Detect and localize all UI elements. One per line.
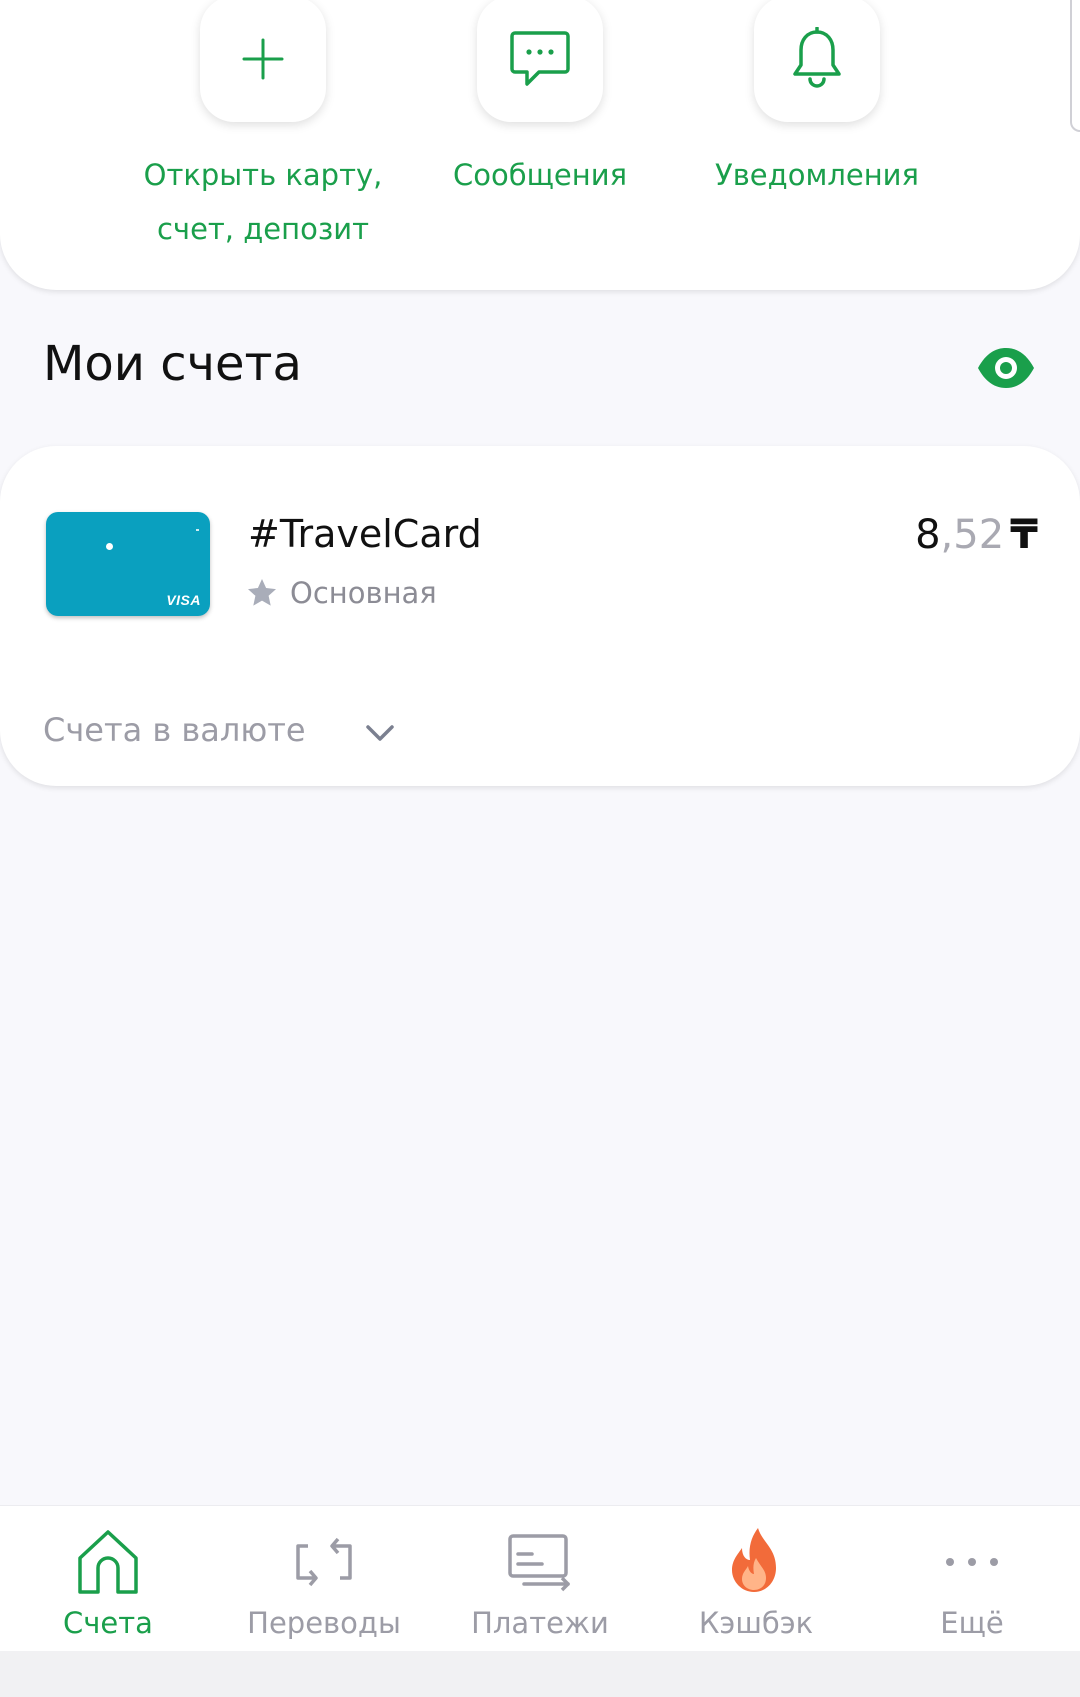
nav-label-transfers: Переводы [247,1606,401,1640]
scroll-edge [1070,0,1080,132]
notifications-action[interactable]: Уведомления [677,0,957,260]
nav-item-cashback[interactable]: Кэшбэк [648,1506,864,1652]
nav-item-more[interactable]: Ещё [864,1506,1080,1652]
account-name: #TravelCard [248,512,482,556]
nav-item-payments[interactable]: Платежи [432,1506,648,1652]
messages-button[interactable] [477,0,603,122]
messages-action[interactable]: Сообщения [400,0,680,260]
page-title: Мои счета [43,336,302,392]
more-icon [946,1558,998,1566]
eye-icon [978,348,1034,388]
messages-label: Сообщения [452,158,628,192]
screen: Открыть карту, счет, депозит Сообщения У… [0,0,1080,1697]
quick-actions-card: Открыть карту, счет, депозит Сообщения У… [0,0,1080,290]
bell-icon [793,27,841,88]
open-card-label: Открыть карту, счет, депозит [143,158,383,246]
flame-icon [732,1528,776,1592]
accounts-card: VISA #TravelCard Основная 8,52 ₸ Счета в … [0,446,1080,786]
nav-label-accounts: Счета [63,1606,153,1640]
notifications-button[interactable] [754,0,880,122]
payment-icon [508,1534,570,1592]
visa-logo: VISA [166,592,201,608]
nav-label-cashback: Кэшбэк [698,1606,814,1640]
toggle-balance-visibility-button[interactable] [976,346,1036,390]
card-thumbnail: VISA [46,512,210,616]
system-navigation-bar [0,1651,1080,1697]
currency-symbol: ₸ [1010,512,1038,558]
card-mark [196,529,199,531]
star-icon [248,579,276,606]
account-balance: 8,52 ₸ [915,512,1038,558]
chat-bubble-icon [510,31,570,86]
home-icon [78,1530,138,1594]
nav-item-transfers[interactable]: Переводы [216,1506,432,1652]
balance-integer: 8 [915,512,941,558]
currency-accounts-label: Счета в валюте [43,711,306,749]
nav-label-more: Ещё [940,1606,1004,1640]
plus-icon [242,38,284,80]
notifications-label: Уведомления [715,158,919,192]
balance-decimal: ,52 [940,512,1005,558]
nav-label-payments: Платежи [471,1606,609,1640]
account-subtitle: Основная [246,576,437,610]
account-row-travelcard[interactable]: VISA #TravelCard Основная 8,52 ₸ [0,446,1080,646]
nav-item-accounts[interactable]: Счета [0,1506,216,1652]
transfer-icon [296,1537,352,1587]
currency-accounts-toggle[interactable]: Счета в валюте [43,702,398,758]
open-card-action[interactable]: Открыть карту, счет, депозит [123,0,403,260]
bottom-navigation: Счета Переводы Платежи Кэшбэк Ещё [0,1505,1080,1651]
chevron-down-icon [365,725,394,741]
account-subtitle-label: Основная [290,576,437,610]
card-dot [106,543,113,550]
open-card-button[interactable] [200,0,326,122]
